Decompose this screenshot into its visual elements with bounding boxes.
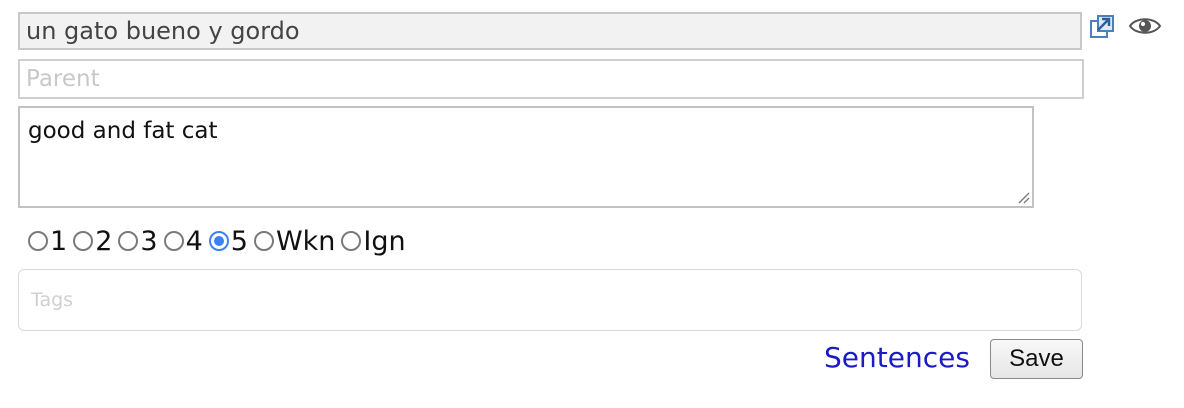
status-option-4[interactable]: 4 <box>163 225 203 257</box>
eye-icon[interactable] <box>1128 15 1162 37</box>
status-label-4: 4 <box>185 225 203 257</box>
status-option-2[interactable]: 2 <box>73 226 112 257</box>
status-radio-ign[interactable] <box>341 231 362 251</box>
status-radio-1[interactable] <box>28 231 48 251</box>
resize-grip-icon[interactable] <box>1014 188 1030 204</box>
term-input[interactable] <box>18 12 1082 50</box>
status-radio-5[interactable] <box>208 231 229 251</box>
status-label-wkn: Wkn <box>275 225 336 257</box>
save-button[interactable]: Save <box>990 339 1083 379</box>
parent-input[interactable] <box>18 59 1084 99</box>
status-radio-4[interactable] <box>163 231 184 251</box>
status-option-ign[interactable]: Ign <box>341 225 406 257</box>
status-radio-wkn[interactable] <box>253 231 274 251</box>
translation-textarea[interactable]: good and fat cat <box>18 106 1034 208</box>
status-label-2: 2 <box>95 225 113 257</box>
status-option-5[interactable]: 5 <box>208 225 248 257</box>
sentences-link[interactable]: Sentences <box>824 339 970 377</box>
status-radio-3[interactable] <box>118 231 139 251</box>
status-label-3: 3 <box>140 225 158 257</box>
external-link-icon[interactable] <box>1089 14 1115 40</box>
status-radio-2[interactable] <box>73 231 94 251</box>
status-label-ign: Ign <box>363 225 406 257</box>
status-label-1: 1 <box>50 225 68 257</box>
status-option-wkn[interactable]: Wkn <box>253 225 336 257</box>
status-radio-group: 1 2 3 4 5 Wkn Ign <box>28 222 412 260</box>
status-label-5: 5 <box>230 225 248 257</box>
status-option-1[interactable]: 1 <box>28 226 67 257</box>
status-option-3[interactable]: 3 <box>118 225 158 257</box>
tags-input[interactable] <box>18 269 1082 331</box>
term-form: good and fat cat 1 2 3 4 5 Wkn <box>0 0 1184 408</box>
